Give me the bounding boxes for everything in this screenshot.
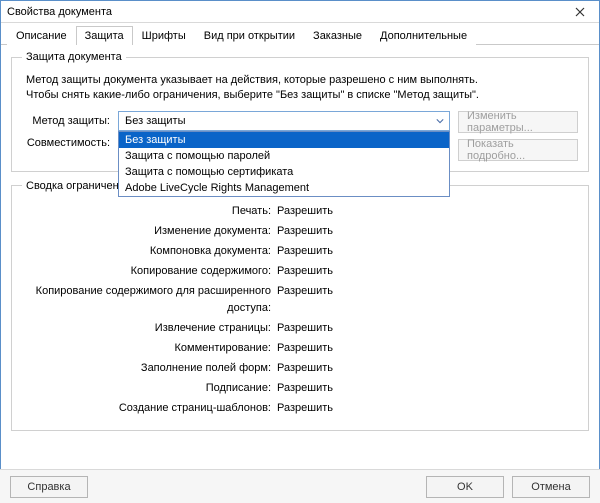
tab-description[interactable]: Описание — [7, 26, 76, 45]
method-option-certificate[interactable]: Защита с помощью сертификата — [119, 164, 449, 180]
protection-description: Метод защиты документа указывает на дейс… — [26, 73, 578, 103]
cancel-button[interactable]: Отмена — [512, 476, 590, 498]
restrict-row-sign: Подписание: Разрешить — [22, 380, 578, 397]
tab-fonts[interactable]: Шрифты — [133, 26, 195, 45]
help-button[interactable]: Справка — [10, 476, 88, 498]
show-detail-button[interactable]: Показать подробно... — [458, 139, 578, 161]
restrict-row-copy-access: Копирование содержимого для расширенного… — [22, 283, 578, 317]
restrict-row-formfill: Заполнение полей форм: Разрешить — [22, 360, 578, 377]
method-value: Без защиты — [125, 115, 186, 127]
tab-strip: Описание Защита Шрифты Вид при открытии … — [1, 23, 599, 45]
restrict-row-print: Печать: Разрешить — [22, 203, 578, 220]
method-label: Метод защиты: — [22, 115, 112, 127]
method-dropdown: Без защиты Защита с помощью паролей Защи… — [118, 131, 450, 197]
restrict-row-extract: Извлечение страницы: Разрешить — [22, 320, 578, 337]
restrict-row-template: Создание страниц-шаблонов: Разрешить — [22, 400, 578, 417]
tab-security[interactable]: Защита — [76, 26, 133, 45]
tab-advanced[interactable]: Дополнительные — [371, 26, 476, 45]
tab-initial-view[interactable]: Вид при открытии — [195, 26, 304, 45]
method-option-livecycle[interactable]: Adobe LiveCycle Rights Management — [119, 180, 449, 196]
ok-button[interactable]: OK — [426, 476, 504, 498]
restrict-row-assembly: Компоновка документа: Разрешить — [22, 243, 578, 260]
tab-custom[interactable]: Заказные — [304, 26, 371, 45]
method-combobox[interactable]: Без защиты — [118, 111, 450, 131]
restrict-row-comment: Комментирование: Разрешить — [22, 340, 578, 357]
title-bar: Свойства документа — [1, 1, 599, 23]
protection-group: Защита документа Метод защиты документа … — [11, 51, 589, 172]
protection-legend: Защита документа — [22, 51, 126, 63]
method-option-no-security[interactable]: Без защиты — [119, 132, 449, 148]
close-icon — [575, 7, 585, 17]
close-button[interactable] — [565, 3, 595, 21]
compat-label: Совместимость: — [22, 137, 112, 149]
change-params-button[interactable]: Изменить параметры... — [458, 111, 578, 133]
method-option-password[interactable]: Защита с помощью паролей — [119, 148, 449, 164]
chevron-down-icon — [433, 114, 447, 128]
dialog-button-bar: Справка OK Отмена — [0, 469, 600, 503]
restrict-row-change: Изменение документа: Разрешить — [22, 223, 578, 240]
restrict-row-copy: Копирование содержимого: Разрешить — [22, 263, 578, 280]
restrictions-group: Сводка ограничений документа Печать: Раз… — [11, 180, 589, 432]
security-panel: Защита документа Метод защиты документа … — [1, 45, 599, 447]
window-title: Свойства документа — [7, 6, 112, 18]
